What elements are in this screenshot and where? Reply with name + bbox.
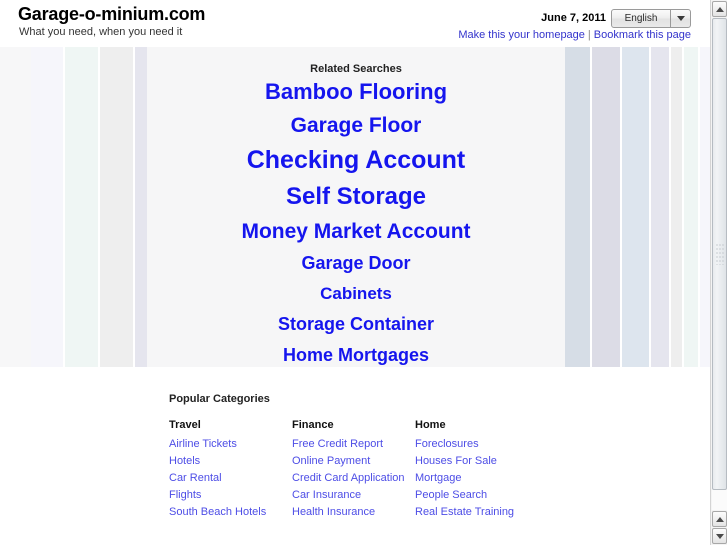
background-stripe [651, 47, 669, 367]
current-date: June 7, 2011 [541, 12, 606, 24]
related-search-link[interactable]: Bamboo Flooring [265, 79, 447, 104]
related-search-link[interactable]: Cabinets [320, 284, 392, 303]
popular-category-link[interactable]: South Beach Hotels [169, 504, 292, 521]
popular-category-link[interactable]: Car Insurance [292, 487, 415, 504]
popular-category-column: Home Foreclosures Houses For Sale Mortgage P… [415, 419, 555, 521]
related-search-item: Self Storage [147, 185, 565, 209]
bookmark-page-link[interactable]: Bookmark this page [594, 29, 691, 41]
background-stripe [622, 47, 649, 367]
language-select[interactable]: English [611, 9, 691, 28]
related-search-link[interactable]: Garage Door [301, 253, 410, 273]
site-title: Garage-o-minium.com [18, 4, 206, 24]
related-search-item: Bamboo Flooring [147, 81, 565, 103]
background-stripe [592, 47, 620, 367]
background-stripe [565, 47, 590, 367]
popular-category-link[interactable]: Airline Tickets [169, 436, 292, 453]
popular-category-link[interactable]: Hotels [169, 453, 292, 470]
vertical-scrollbar[interactable] [710, 0, 727, 545]
related-search-link[interactable]: Home Mortgages [283, 345, 429, 365]
language-select-value: English [624, 13, 658, 24]
site-tagline: What you need, when you need it [19, 26, 183, 38]
related-searches-panel: Related Searches Bamboo Flooring Garage F… [147, 47, 565, 367]
related-search-item: Checking Account [147, 148, 565, 173]
popular-category-link[interactable]: Real Estate Training [415, 504, 555, 521]
related-search-link[interactable]: Money Market Account [241, 220, 470, 243]
popular-categories-columns: Travel Airline Tickets Hotels Car Rental Fli… [169, 419, 569, 521]
background-stripe [65, 47, 98, 367]
popular-categories-heading: Popular Categories [169, 393, 270, 405]
related-search-link[interactable]: Storage Container [278, 314, 434, 334]
popular-category-title: Travel [169, 419, 201, 431]
related-search-item: Home Mortgages [147, 346, 565, 365]
background-stripe [671, 47, 682, 367]
page-viewport: Garage-o-minium.com What you need, when … [0, 0, 710, 545]
link-separator: | [587, 29, 591, 41]
popular-categories: Popular Categories Travel Airline Tickets… [169, 393, 569, 521]
popular-category-title: Finance [292, 419, 334, 431]
popular-category-title: Home [415, 419, 446, 431]
site-header: Garage-o-minium.com What you need, when … [0, 0, 710, 46]
background-stripe [684, 47, 698, 367]
popular-category-link[interactable]: Houses For Sale [415, 453, 555, 470]
related-search-item: Money Market Account [147, 221, 565, 242]
popular-category-link[interactable]: Foreclosures [415, 436, 555, 453]
background-stripe [135, 47, 147, 367]
related-search-item: Garage Door [147, 254, 565, 273]
related-search-link[interactable]: Garage Floor [291, 114, 422, 137]
related-search-link[interactable]: Checking Account [247, 146, 466, 174]
popular-category-link[interactable]: Free Credit Report [292, 436, 415, 453]
related-search-item: Cabinets [147, 285, 565, 303]
background-stripe [700, 47, 710, 367]
background-stripe [31, 47, 63, 367]
background-stripe [100, 47, 133, 367]
related-searches-heading: Related Searches [310, 63, 402, 75]
popular-category-link[interactable]: Credit Card Application [292, 470, 415, 487]
make-homepage-link[interactable]: Make this your homepage [458, 29, 585, 41]
triangle-up-icon-bottom[interactable] [712, 511, 727, 527]
background-stripe [0, 47, 31, 367]
popular-category-link[interactable]: People Search [415, 487, 555, 504]
related-search-item: Garage Floor [147, 115, 565, 136]
popular-category-column: Finance Free Credit Report Online Payment C… [292, 419, 415, 521]
related-search-link[interactable]: Self Storage [286, 183, 426, 210]
popular-category-link[interactable]: Online Payment [292, 453, 415, 470]
triangle-down-icon[interactable] [712, 528, 727, 544]
triangle-up-icon[interactable] [712, 1, 727, 17]
popular-category-link[interactable]: Mortgage [415, 470, 555, 487]
scrollbar-thumb[interactable] [712, 18, 727, 490]
grip-dots-icon [715, 243, 724, 265]
chevron-down-icon[interactable] [670, 10, 690, 27]
popular-category-link[interactable]: Flights [169, 487, 292, 504]
popular-category-column: Travel Airline Tickets Hotels Car Rental Fli… [169, 419, 292, 521]
popular-category-link[interactable]: Health Insurance [292, 504, 415, 521]
header-utility-links: Make this your homepage | Bookmark this pa… [458, 29, 691, 41]
popular-category-link[interactable]: Car Rental [169, 470, 292, 487]
related-search-item: Storage Container [147, 315, 565, 334]
related-searches-list: Bamboo Flooring Garage Floor Checking Acco… [147, 81, 565, 377]
